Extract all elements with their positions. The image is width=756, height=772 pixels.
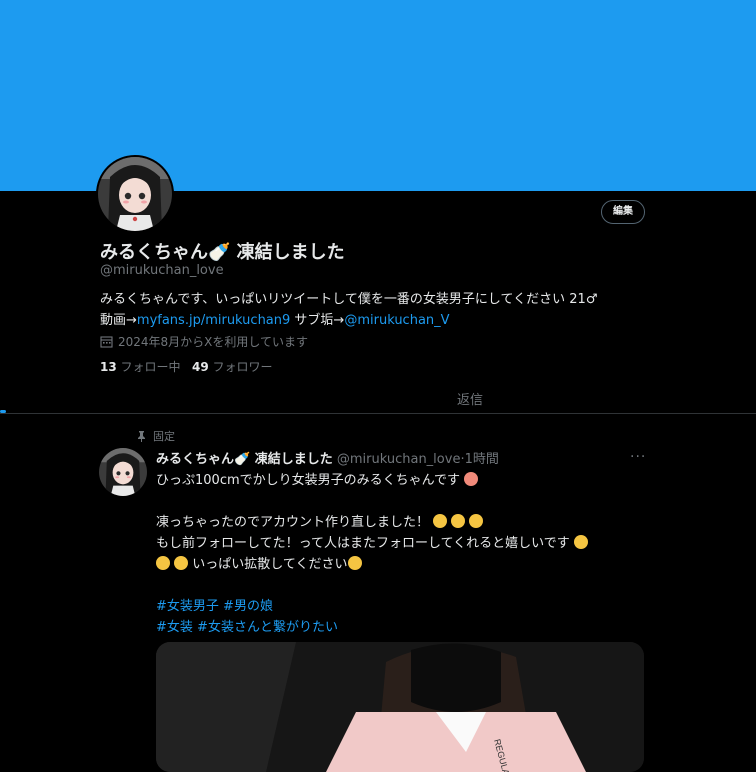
profile-handle: @mirukuchan_love xyxy=(100,263,224,278)
tab-replies[interactable]: 返信 xyxy=(457,389,483,408)
tweet-header: みるくちゃん🍼 凍結しました @mirukuchan_love·1時間 xyxy=(156,448,499,467)
pin-icon xyxy=(138,431,145,442)
profile-bio: みるくちゃんです、いっぱいリツイートして僕を一番の女装男子にしてください 21♂… xyxy=(100,289,660,331)
crying-face-emoji-icon xyxy=(156,556,170,570)
tweet-media-image[interactable]: REGULAR FIT xyxy=(156,642,644,772)
joined-text: 2024年8月からXを利用しています xyxy=(118,335,309,349)
bowing-person-emoji-icon xyxy=(347,556,362,570)
profile-display-name: みるくちゃん🍼 凍結しました xyxy=(100,242,345,263)
more-options-icon[interactable]: ··· xyxy=(630,449,646,465)
avatar-image xyxy=(98,157,172,231)
tweet-avatar-image xyxy=(99,448,147,496)
profile-avatar[interactable] xyxy=(96,155,174,233)
followers-count: 49 xyxy=(192,360,209,374)
pinned-text: 固定 xyxy=(153,430,175,443)
bio-link-myfans[interactable]: myfans.jp/mirukuchan9 xyxy=(137,313,290,328)
edit-profile-button[interactable]: 編集 xyxy=(601,200,645,224)
crying-face-emoji-icon xyxy=(174,556,189,570)
bio-line-2: 動画→myfans.jp/mirukuchan9 サブ垢→@mirukuchan… xyxy=(100,310,660,331)
hashtag-josou[interactable]: #女装 xyxy=(156,620,193,635)
joined-date: 2024年8月からXを利用しています xyxy=(100,333,308,350)
follow-stats: 13 フォロー中 49 フォロワー xyxy=(100,358,273,375)
tweet-author-avatar[interactable] xyxy=(99,448,147,496)
bio-link-sub-account[interactable]: @mirukuchan_V xyxy=(344,313,449,328)
following-label: フォロー中 xyxy=(120,360,181,374)
media-photo: REGULAR FIT xyxy=(156,642,644,772)
pleading-face-emoji-icon xyxy=(433,514,448,528)
tweet-author-name[interactable]: みるくちゃん🍼 凍結しました xyxy=(156,452,333,467)
hashtag-otokonoko[interactable]: #男の娘 xyxy=(223,599,273,614)
hashtag-josou-tsunagaritai[interactable]: #女装さんと繋がりたい xyxy=(197,620,338,635)
tweet-body: ひっぷ100cmでかしり女装男子のみるくちゃんです 凍っちゃったのでアカウント作… xyxy=(156,470,646,638)
bio-prefix: 動画→ xyxy=(100,313,137,328)
hashtag-josou-danshi[interactable]: #女装男子 xyxy=(156,599,219,614)
tweet-line-1: ひっぷ100cmでかしり女装男子のみるくちゃんです xyxy=(156,473,460,488)
tweet-line-3: もし前フォローしてた！って人はまたフォローしてくれると嬉しいです xyxy=(156,536,570,551)
peach-emoji-icon xyxy=(464,472,479,486)
followers-label: フォロワー xyxy=(212,360,273,374)
crying-face-emoji-icon xyxy=(573,535,588,549)
following-link[interactable]: 13 フォロー中 xyxy=(100,360,181,374)
following-count: 13 xyxy=(100,360,117,374)
bio-mid: サブ垢→ xyxy=(290,313,345,328)
tweet-author-handle[interactable]: @mirukuchan_love xyxy=(337,452,461,467)
bio-line-1: みるくちゃんです、いっぱいリツイートして僕を一番の女装男子にしてください 21♂ xyxy=(100,292,598,307)
followers-link[interactable]: 49 フォロワー xyxy=(192,360,273,374)
tweet-line-2: 凍っちゃったのでアカウント作り直しました！ xyxy=(156,515,430,530)
pleading-face-emoji-icon xyxy=(469,514,484,528)
tabs-divider xyxy=(0,413,756,414)
pinned-label: 固定 xyxy=(136,428,175,444)
calendar-icon xyxy=(100,336,113,348)
pleading-face-emoji-icon xyxy=(451,514,466,528)
tweet-line-4: いっぱい拡散してください xyxy=(192,557,348,572)
tweet-time[interactable]: 1時間 xyxy=(465,452,499,467)
